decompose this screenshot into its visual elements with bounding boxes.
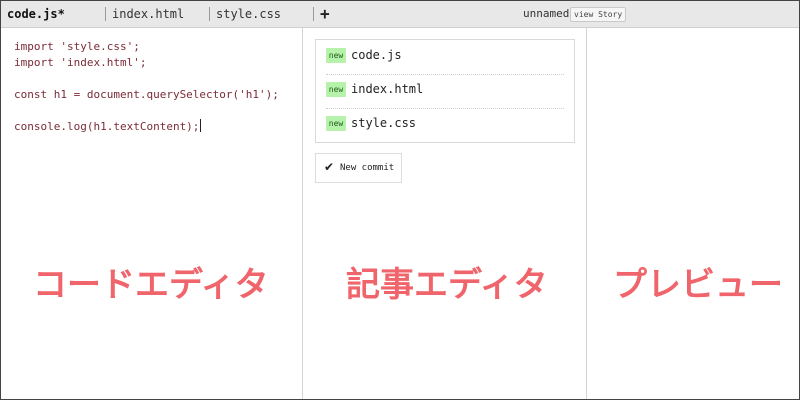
file-name: code.js — [351, 48, 402, 62]
new-badge: new — [326, 82, 346, 97]
plus-icon[interactable]: + — [320, 1, 330, 27]
file-name: index.html — [351, 82, 424, 96]
check-icon: ✔ — [324, 160, 335, 174]
new-commit-label: New commit — [340, 163, 395, 173]
tab-bar: code.js* index.html style.css + unnamed … — [1, 1, 799, 28]
tab-separator — [313, 7, 314, 21]
pane-divider[interactable] — [302, 28, 303, 399]
tab-separator — [209, 7, 210, 21]
file-name: style.css — [351, 116, 417, 130]
code-editor-pane[interactable]: import 'style.css'; import 'index.html';… — [1, 28, 302, 399]
view-story-button[interactable]: view Story — [570, 7, 627, 22]
code-line[interactable]: console.log(h1.textContent); — [14, 119, 202, 135]
preview-label: プレビュー — [613, 265, 783, 305]
file-item-index-html[interactable]: new index.html — [326, 74, 564, 109]
pane-divider[interactable] — [586, 28, 587, 399]
tab-code-js[interactable]: code.js* — [7, 1, 65, 27]
new-badge: new — [326, 116, 346, 131]
tab-index-html[interactable]: index.html — [112, 1, 184, 27]
app-window: code.js* index.html style.css + unnamed … — [0, 0, 800, 400]
tab-style-css[interactable]: style.css — [216, 1, 281, 27]
file-item-style-css[interactable]: new style.css — [326, 108, 564, 142]
project-name: unnamed — [523, 7, 570, 20]
article-editor-label: 記事エディタ — [346, 265, 548, 305]
tab-separator — [105, 7, 106, 21]
code-line[interactable]: import 'index.html'; — [14, 55, 146, 71]
text-cursor — [200, 119, 202, 132]
file-list: new code.js new index.html new style.css — [315, 39, 575, 143]
code-line[interactable]: const h1 = document.querySelector('h1'); — [14, 87, 279, 103]
new-commit-button[interactable]: ✔ New commit — [315, 153, 402, 183]
code-line-text: console.log(h1.textContent); — [14, 120, 200, 133]
code-line[interactable]: import 'style.css'; — [14, 39, 140, 55]
code-editor-label: コードエディタ — [33, 265, 269, 305]
new-badge: new — [326, 48, 346, 63]
file-item-code-js[interactable]: new code.js — [326, 40, 564, 75]
